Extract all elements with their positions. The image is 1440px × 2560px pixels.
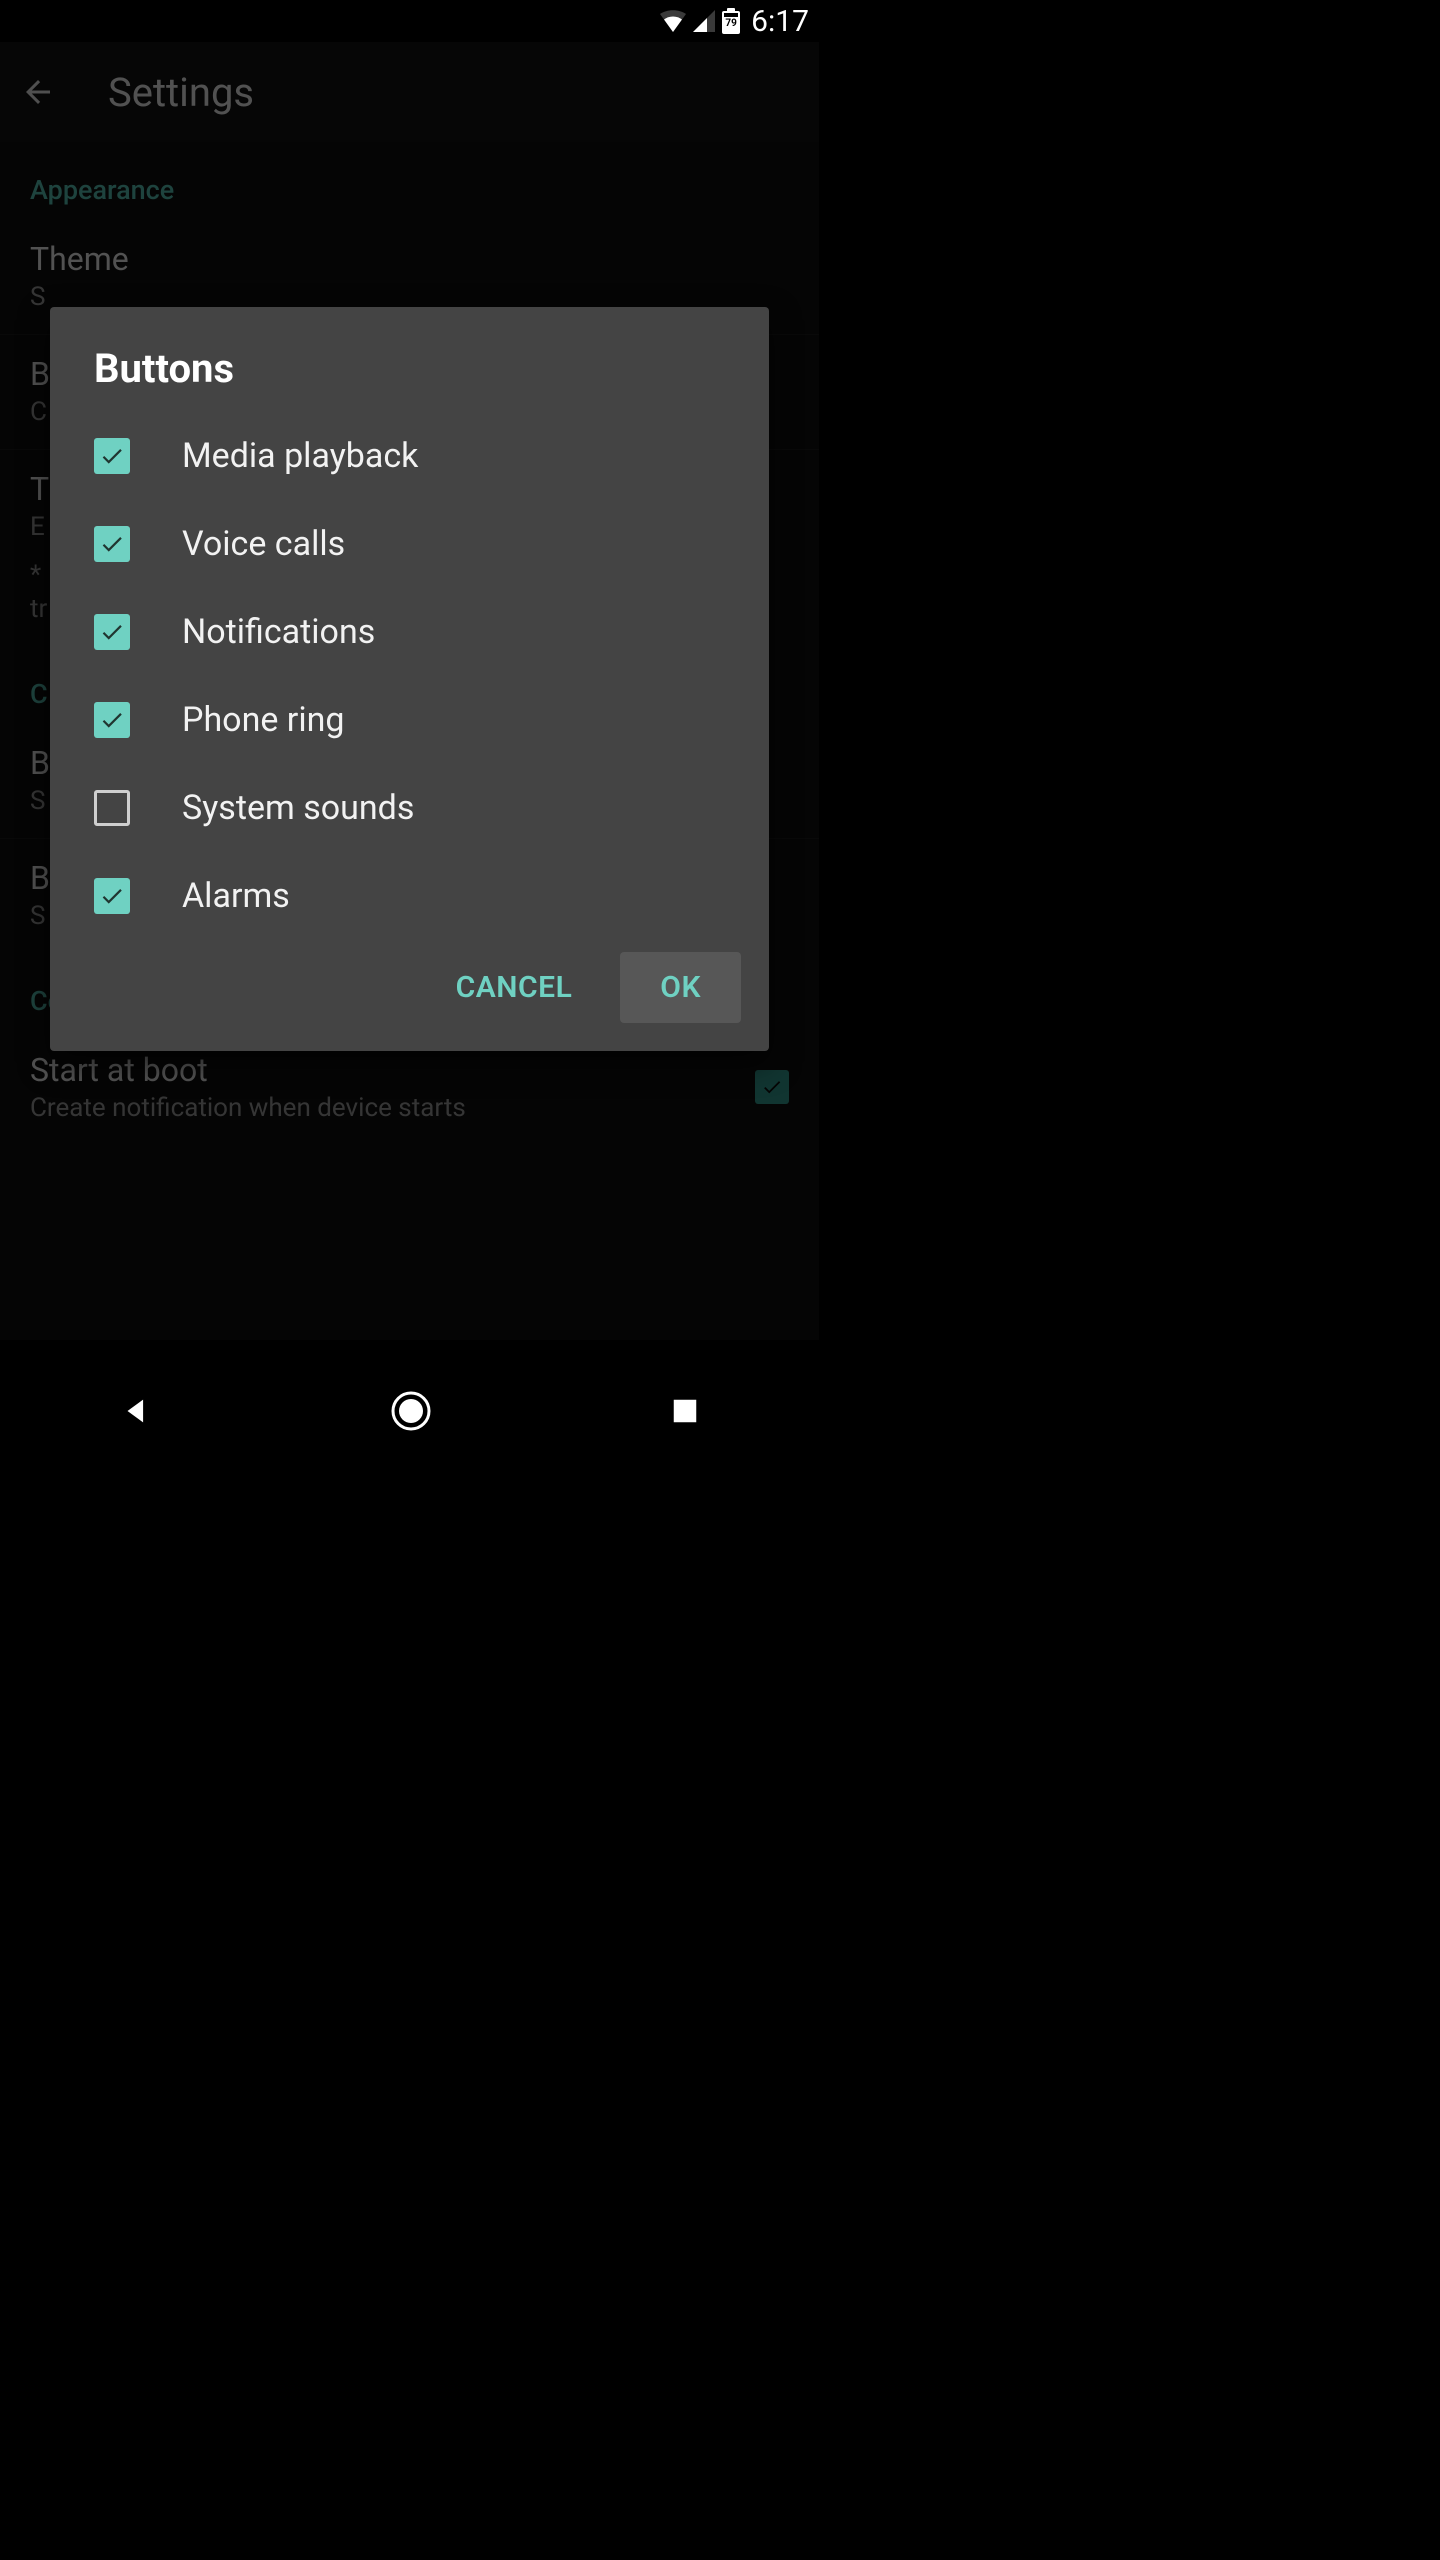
checkbox-icon[interactable] (94, 702, 130, 738)
nav-back-icon[interactable] (119, 1394, 153, 1428)
checkbox-icon[interactable] (94, 438, 130, 474)
checkbox-icon[interactable] (94, 878, 130, 914)
option-label: Notifications (182, 612, 375, 652)
option-label: Voice calls (182, 524, 345, 564)
nav-home-icon[interactable] (390, 1390, 432, 1432)
option-label: Phone ring (182, 700, 344, 740)
option-label: Media playback (182, 436, 418, 476)
option-label: Alarms (182, 876, 290, 916)
dialog-actions: CANCEL OK (50, 940, 769, 1041)
checkbox-icon[interactable] (94, 790, 130, 826)
buttons-dialog: Buttons Media playback Voice calls Notif… (50, 307, 769, 1051)
cancel-button[interactable]: CANCEL (428, 952, 601, 1023)
ok-button[interactable]: OK (620, 952, 741, 1023)
navigation-bar (0, 1366, 819, 1456)
option-system-sounds[interactable]: System sounds (50, 764, 769, 852)
dialog-title: Buttons (50, 307, 769, 412)
nav-recents-icon[interactable] (670, 1396, 700, 1426)
option-phone-ring[interactable]: Phone ring (50, 676, 769, 764)
checkbox-icon[interactable] (94, 614, 130, 650)
option-label: System sounds (182, 788, 414, 828)
option-alarms[interactable]: Alarms (50, 852, 769, 940)
option-voice-calls[interactable]: Voice calls (50, 500, 769, 588)
option-media-playback[interactable]: Media playback (50, 412, 769, 500)
checkbox-icon[interactable] (94, 526, 130, 562)
option-notifications[interactable]: Notifications (50, 588, 769, 676)
